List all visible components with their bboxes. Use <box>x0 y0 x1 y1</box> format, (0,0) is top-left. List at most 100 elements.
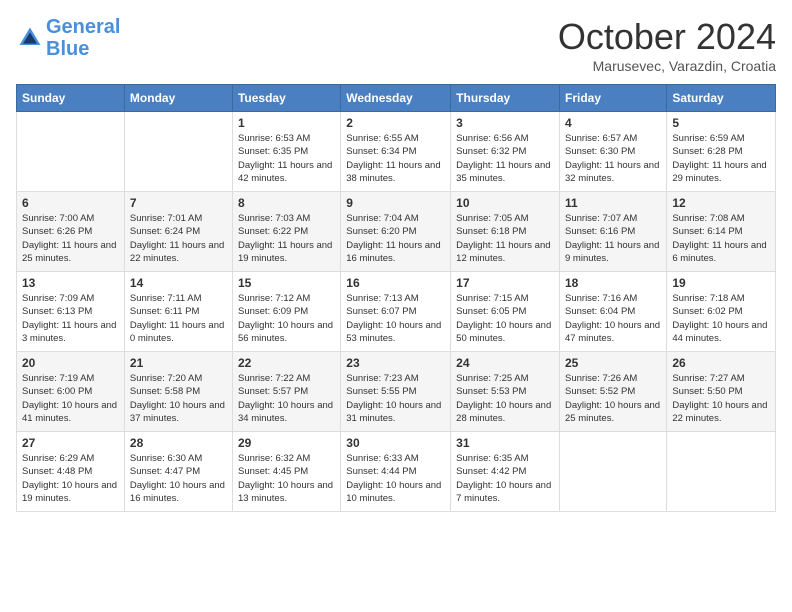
logo-icon <box>16 24 44 52</box>
calendar-week: 1 Sunrise: 6:53 AM Sunset: 6:35 PM Daylig… <box>17 112 776 192</box>
calendar-cell: 31 Sunrise: 6:35 AM Sunset: 4:42 PM Dayli… <box>451 432 560 512</box>
day-number: 1 <box>238 116 335 130</box>
day-info: Sunrise: 7:00 AM Sunset: 6:26 PM Dayligh… <box>22 212 119 265</box>
day-header: Sunday <box>17 85 125 112</box>
day-info: Sunrise: 7:18 AM Sunset: 6:02 PM Dayligh… <box>672 292 770 345</box>
day-number: 2 <box>346 116 445 130</box>
calendar-cell: 20 Sunrise: 7:19 AM Sunset: 6:00 PM Dayli… <box>17 352 125 432</box>
day-info: Sunrise: 6:56 AM Sunset: 6:32 PM Dayligh… <box>456 132 554 185</box>
calendar-cell: 18 Sunrise: 7:16 AM Sunset: 6:04 PM Dayli… <box>560 272 667 352</box>
day-number: 24 <box>456 356 554 370</box>
day-info: Sunrise: 6:32 AM Sunset: 4:45 PM Dayligh… <box>238 452 335 505</box>
title-block: October 2024 Marusevec, Varazdin, Croati… <box>558 16 776 74</box>
day-number: 12 <box>672 196 770 210</box>
day-info: Sunrise: 7:11 AM Sunset: 6:11 PM Dayligh… <box>130 292 227 345</box>
calendar-cell: 25 Sunrise: 7:26 AM Sunset: 5:52 PM Dayli… <box>560 352 667 432</box>
calendar-cell <box>667 432 776 512</box>
day-header: Thursday <box>451 85 560 112</box>
logo: General Blue <box>16 16 120 60</box>
day-info: Sunrise: 7:23 AM Sunset: 5:55 PM Dayligh… <box>346 372 445 425</box>
day-info: Sunrise: 7:04 AM Sunset: 6:20 PM Dayligh… <box>346 212 445 265</box>
day-number: 29 <box>238 436 335 450</box>
calendar-cell: 19Sunrise: 7:18 AM Sunset: 6:02 PM Dayli… <box>667 272 776 352</box>
calendar-cell: 30 Sunrise: 6:33 AM Sunset: 4:44 PM Dayli… <box>341 432 451 512</box>
day-info: Sunrise: 6:35 AM Sunset: 4:42 PM Dayligh… <box>456 452 554 505</box>
calendar-cell: 13Sunrise: 7:09 AM Sunset: 6:13 PM Dayli… <box>17 272 125 352</box>
month-title: October 2024 <box>558 16 776 58</box>
calendar-cell: 4Sunrise: 6:57 AM Sunset: 6:30 PM Daylig… <box>560 112 667 192</box>
day-info: Sunrise: 7:26 AM Sunset: 5:52 PM Dayligh… <box>565 372 661 425</box>
page-header: General Blue October 2024 Marusevec, Var… <box>16 16 776 74</box>
day-number: 15 <box>238 276 335 290</box>
day-number: 30 <box>346 436 445 450</box>
day-info: Sunrise: 7:16 AM Sunset: 6:04 PM Dayligh… <box>565 292 661 345</box>
day-number: 11 <box>565 196 661 210</box>
calendar-table: SundayMondayTuesdayWednesdayThursdayFrid… <box>16 84 776 512</box>
day-info: Sunrise: 6:29 AM Sunset: 4:48 PM Dayligh… <box>22 452 119 505</box>
day-number: 16 <box>346 276 445 290</box>
calendar-cell: 15 Sunrise: 7:12 AM Sunset: 6:09 PM Dayli… <box>232 272 340 352</box>
day-number: 14 <box>130 276 227 290</box>
day-info: Sunrise: 7:07 AM Sunset: 6:16 PM Dayligh… <box>565 212 661 265</box>
calendar-cell: 23 Sunrise: 7:23 AM Sunset: 5:55 PM Dayli… <box>341 352 451 432</box>
day-info: Sunrise: 7:15 AM Sunset: 6:05 PM Dayligh… <box>456 292 554 345</box>
calendar-cell: 10Sunrise: 7:05 AM Sunset: 6:18 PM Dayli… <box>451 192 560 272</box>
day-number: 8 <box>238 196 335 210</box>
day-header: Tuesday <box>232 85 340 112</box>
logo-text: General Blue <box>46 16 120 60</box>
day-number: 18 <box>565 276 661 290</box>
day-number: 20 <box>22 356 119 370</box>
calendar-cell: 28Sunrise: 6:30 AM Sunset: 4:47 PM Dayli… <box>124 432 232 512</box>
calendar-cell: 12 Sunrise: 7:08 AM Sunset: 6:14 PM Dayli… <box>667 192 776 272</box>
day-info: Sunrise: 6:57 AM Sunset: 6:30 PM Dayligh… <box>565 132 661 185</box>
calendar-cell <box>17 112 125 192</box>
day-header: Monday <box>124 85 232 112</box>
day-number: 25 <box>565 356 661 370</box>
day-info: Sunrise: 7:13 AM Sunset: 6:07 PM Dayligh… <box>346 292 445 345</box>
day-info: Sunrise: 6:33 AM Sunset: 4:44 PM Dayligh… <box>346 452 445 505</box>
day-number: 6 <box>22 196 119 210</box>
day-number: 23 <box>346 356 445 370</box>
day-info: Sunrise: 7:12 AM Sunset: 6:09 PM Dayligh… <box>238 292 335 345</box>
day-info: Sunrise: 6:59 AM Sunset: 6:28 PM Dayligh… <box>672 132 770 185</box>
day-number: 27 <box>22 436 119 450</box>
day-info: Sunrise: 7:27 AM Sunset: 5:50 PM Dayligh… <box>672 372 770 425</box>
calendar-cell: 14 Sunrise: 7:11 AM Sunset: 6:11 PM Dayli… <box>124 272 232 352</box>
calendar-cell: 22Sunrise: 7:22 AM Sunset: 5:57 PM Dayli… <box>232 352 340 432</box>
day-number: 9 <box>346 196 445 210</box>
day-info: Sunrise: 7:19 AM Sunset: 6:00 PM Dayligh… <box>22 372 119 425</box>
day-info: Sunrise: 7:22 AM Sunset: 5:57 PM Dayligh… <box>238 372 335 425</box>
calendar-cell: 29 Sunrise: 6:32 AM Sunset: 4:45 PM Dayli… <box>232 432 340 512</box>
day-number: 21 <box>130 356 227 370</box>
calendar-cell: 11 Sunrise: 7:07 AM Sunset: 6:16 PM Dayli… <box>560 192 667 272</box>
day-number: 7 <box>130 196 227 210</box>
calendar-week: 20 Sunrise: 7:19 AM Sunset: 6:00 PM Dayli… <box>17 352 776 432</box>
day-info: Sunrise: 6:53 AM Sunset: 6:35 PM Dayligh… <box>238 132 335 185</box>
calendar-cell: 3Sunrise: 6:56 AM Sunset: 6:32 PM Daylig… <box>451 112 560 192</box>
calendar-body: 1 Sunrise: 6:53 AM Sunset: 6:35 PM Daylig… <box>17 112 776 512</box>
calendar-cell: 24Sunrise: 7:25 AM Sunset: 5:53 PM Dayli… <box>451 352 560 432</box>
day-number: 26 <box>672 356 770 370</box>
day-number: 31 <box>456 436 554 450</box>
day-info: Sunrise: 7:01 AM Sunset: 6:24 PM Dayligh… <box>130 212 227 265</box>
day-info: Sunrise: 7:20 AM Sunset: 5:58 PM Dayligh… <box>130 372 227 425</box>
header-row: SundayMondayTuesdayWednesdayThursdayFrid… <box>17 85 776 112</box>
day-info: Sunrise: 6:30 AM Sunset: 4:47 PM Dayligh… <box>130 452 227 505</box>
logo-line2: Blue <box>46 38 89 60</box>
calendar-cell: 26 Sunrise: 7:27 AM Sunset: 5:50 PM Dayli… <box>667 352 776 432</box>
day-info: Sunrise: 7:05 AM Sunset: 6:18 PM Dayligh… <box>456 212 554 265</box>
day-number: 17 <box>456 276 554 290</box>
day-info: Sunrise: 7:08 AM Sunset: 6:14 PM Dayligh… <box>672 212 770 265</box>
calendar-cell: 21 Sunrise: 7:20 AM Sunset: 5:58 PM Dayli… <box>124 352 232 432</box>
calendar-header: SundayMondayTuesdayWednesdayThursdayFrid… <box>17 85 776 112</box>
calendar-cell: 6 Sunrise: 7:00 AM Sunset: 6:26 PM Daylig… <box>17 192 125 272</box>
day-header: Wednesday <box>341 85 451 112</box>
calendar-cell: 9 Sunrise: 7:04 AM Sunset: 6:20 PM Daylig… <box>341 192 451 272</box>
day-info: Sunrise: 7:03 AM Sunset: 6:22 PM Dayligh… <box>238 212 335 265</box>
calendar-cell: 8 Sunrise: 7:03 AM Sunset: 6:22 PM Daylig… <box>232 192 340 272</box>
calendar-cell: 7 Sunrise: 7:01 AM Sunset: 6:24 PM Daylig… <box>124 192 232 272</box>
calendar-cell: 17 Sunrise: 7:15 AM Sunset: 6:05 PM Dayli… <box>451 272 560 352</box>
calendar-cell: 5Sunrise: 6:59 AM Sunset: 6:28 PM Daylig… <box>667 112 776 192</box>
calendar-week: 13Sunrise: 7:09 AM Sunset: 6:13 PM Dayli… <box>17 272 776 352</box>
day-header: Saturday <box>667 85 776 112</box>
